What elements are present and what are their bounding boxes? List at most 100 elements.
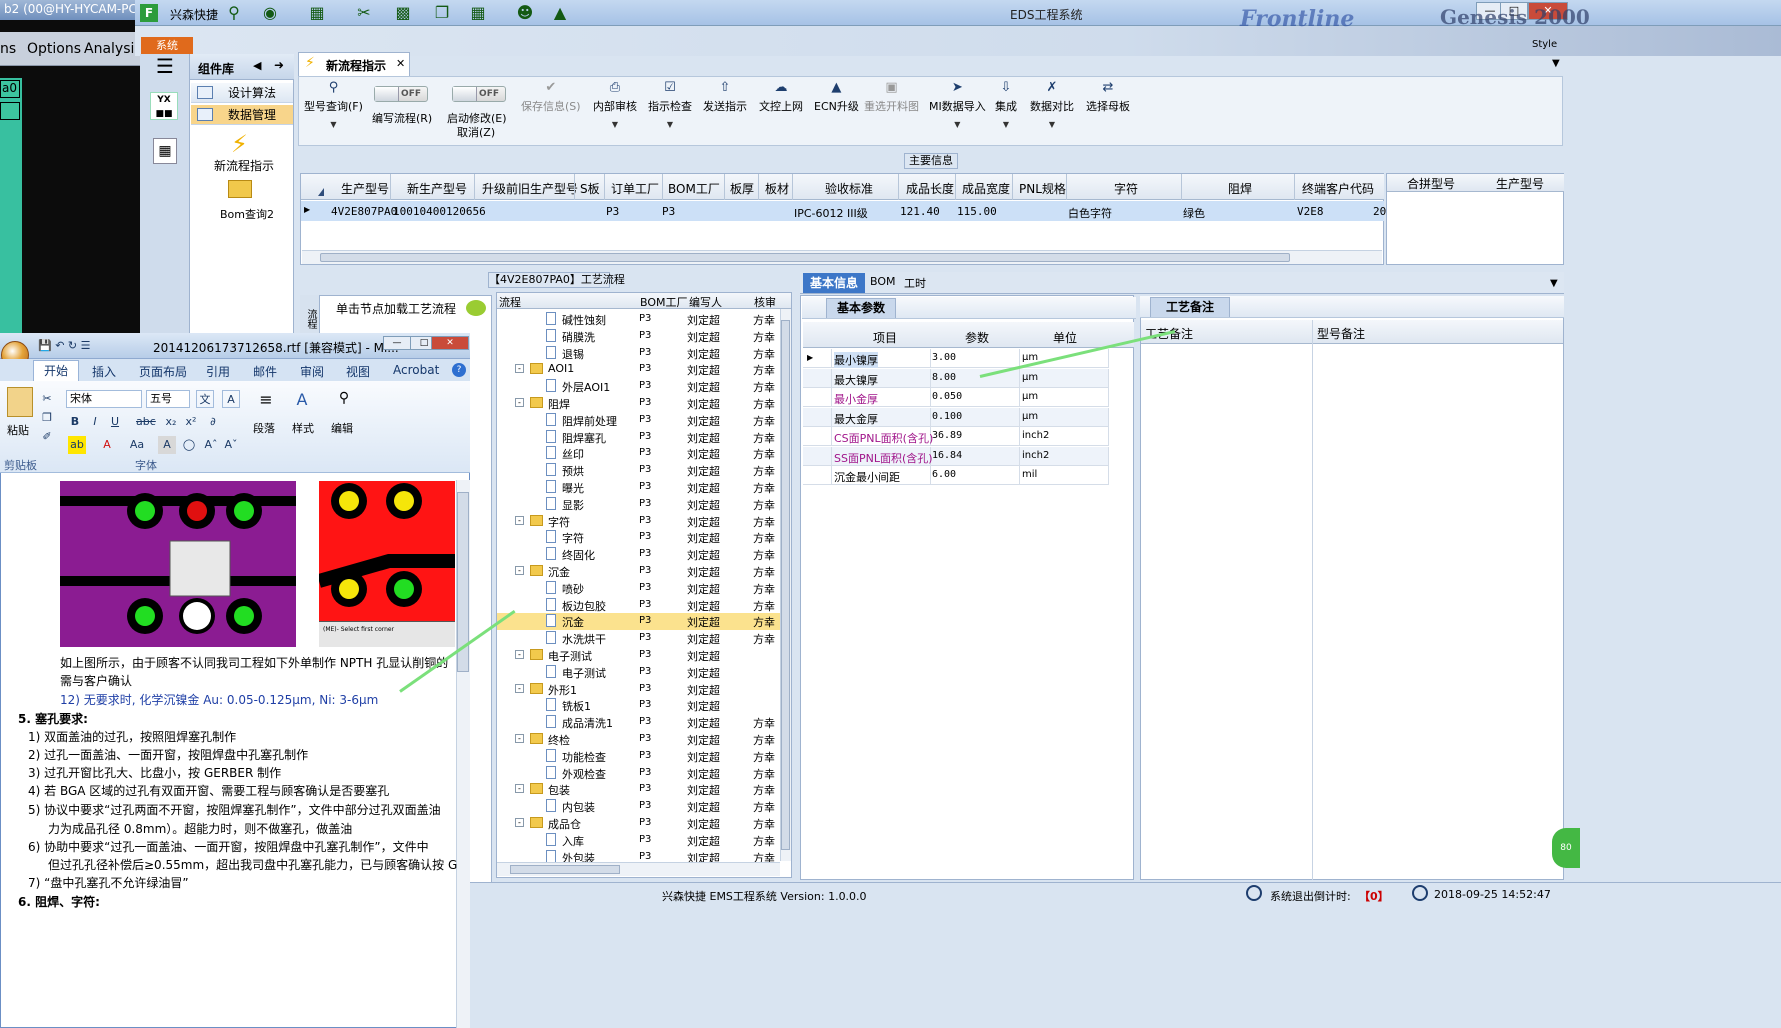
tree-row[interactable]: - 终检 P3 刘定超 方幸 bbox=[497, 731, 781, 748]
font-color-icon[interactable]: A bbox=[98, 436, 116, 454]
find-icon[interactable]: ⚲ bbox=[334, 390, 354, 410]
tree-row[interactable]: 丝印 P3 刘定超 方幸 bbox=[497, 445, 781, 462]
collapse-icon[interactable]: - bbox=[515, 650, 524, 659]
underline-icon[interactable]: U bbox=[106, 413, 124, 431]
collapse-icon[interactable]: - bbox=[515, 398, 524, 407]
chevron-down-icon[interactable]: ▼ bbox=[1552, 58, 1560, 69]
column-header[interactable]: BOM工厂 bbox=[668, 180, 720, 197]
close-icon[interactable]: ✕ bbox=[396, 57, 405, 70]
film-icon[interactable]: ▩ bbox=[392, 3, 414, 23]
grid-icon[interactable]: ▦ bbox=[306, 3, 328, 23]
cell-customer-code[interactable]: V2E8 bbox=[1297, 205, 1324, 218]
ecn-upgrade-button[interactable]: ▲ ECN升级 bbox=[814, 80, 859, 114]
mi-import-button[interactable]: ➤ MI数据导入 ▼ bbox=[929, 80, 986, 129]
sort-corner-icon[interactable] bbox=[318, 188, 324, 196]
tree-row[interactable]: 阻焊前处理 P3 刘定超 方幸 bbox=[497, 412, 781, 429]
tree-row[interactable]: 内包装 P3 刘定超 方幸 bbox=[497, 798, 781, 815]
tree-row[interactable]: 入库 P3 刘定超 方幸 bbox=[497, 832, 781, 849]
calculator-icon[interactable]: ▦ bbox=[153, 138, 177, 164]
grow-font-icon[interactable]: Aˆ bbox=[202, 436, 220, 454]
tree-row[interactable]: 硝膜洗 P3 刘定超 方幸 bbox=[497, 328, 781, 345]
cell-legend[interactable]: 白色字符 bbox=[1068, 205, 1112, 221]
copy-icon[interactable]: ❐ bbox=[38, 409, 56, 427]
paste-icon[interactable] bbox=[7, 387, 33, 417]
new-flow-link[interactable]: 新流程指示 bbox=[214, 157, 274, 174]
param-row[interactable]: SS面PNL面积(含孔) 16.84 inch2 bbox=[803, 446, 1109, 466]
collapse-icon[interactable]: - bbox=[515, 364, 524, 374]
tree-row[interactable]: 显影 P3 刘定超 方幸 bbox=[497, 496, 781, 513]
menu-ns[interactable]: ns bbox=[0, 41, 16, 57]
folder-icon[interactable] bbox=[228, 180, 252, 198]
styles-icon[interactable]: A bbox=[292, 390, 312, 410]
scroll-thumb[interactable] bbox=[781, 320, 790, 850]
cell-overflow[interactable]: 20 bbox=[1373, 205, 1386, 218]
background-green-box[interactable] bbox=[0, 102, 20, 120]
pin-icon[interactable]: ➜ bbox=[274, 58, 284, 72]
tree-row[interactable]: - 字符 P3 刘定超 方幸 bbox=[497, 513, 781, 530]
char-border-icon[interactable]: A bbox=[222, 390, 240, 408]
tree-row[interactable]: 阻焊塞孔 P3 刘定超 方幸 bbox=[497, 429, 781, 446]
doc-control-online-button[interactable]: ☁ 文控上网 bbox=[759, 80, 803, 114]
tab-bom[interactable]: BOM bbox=[870, 275, 896, 288]
param-value[interactable]: 8.00 bbox=[932, 372, 956, 383]
write-flow-toggle[interactable]: OFF bbox=[374, 86, 428, 102]
minimize-button[interactable]: — bbox=[383, 336, 411, 350]
chevron-down-icon[interactable]: ▼ bbox=[1550, 278, 1558, 289]
paste-label[interactable]: 粘贴 bbox=[7, 422, 29, 438]
paragraph-icon[interactable]: ≡ bbox=[256, 390, 276, 410]
cell-order-factory[interactable]: P3 bbox=[606, 205, 619, 218]
help-icon[interactable]: ? bbox=[452, 363, 466, 377]
cell-model[interactable]: 4V2E807PA0 bbox=[331, 205, 397, 218]
collapse-icon[interactable]: - bbox=[515, 784, 524, 794]
tab-page-layout[interactable]: 页面布局 bbox=[139, 363, 187, 380]
tab-insert[interactable]: 插入 bbox=[92, 363, 116, 380]
param-row[interactable]: 最大镍厚 8.00 μm bbox=[803, 368, 1109, 388]
collapse-icon[interactable]: - bbox=[515, 515, 524, 525]
tree-row[interactable]: 功能检查 P3 刘定超 方幸 bbox=[497, 748, 781, 765]
change-case-icon[interactable]: Aa bbox=[128, 436, 146, 454]
column-header[interactable]: 新生产型号 bbox=[407, 180, 467, 197]
tab-view[interactable]: 视图 bbox=[346, 363, 370, 380]
floating-button[interactable]: 80 bbox=[1552, 828, 1580, 868]
shrink-font-icon[interactable]: Aˇ bbox=[222, 436, 240, 454]
param-row[interactable]: CS面PNL面积(含孔) 36.89 inch2 bbox=[803, 427, 1109, 446]
tree-row[interactable]: - 阻焊 P3 刘定超 方幸 bbox=[497, 395, 781, 412]
tree-row[interactable]: 外层AOI1 P3 刘定超 方幸 bbox=[497, 378, 781, 395]
column-header[interactable]: 项目 bbox=[873, 329, 897, 346]
tree-row[interactable]: 外观检查 P3 刘定超 方幸 bbox=[497, 765, 781, 782]
column-header[interactable]: 编写人 bbox=[689, 294, 722, 310]
nav-item-design-algorithm[interactable]: 设计算法 bbox=[191, 83, 293, 103]
tree-row[interactable]: 终固化 P3 刘定超 方幸 bbox=[497, 546, 781, 563]
tab-basic-info[interactable]: 基本信息 bbox=[803, 273, 865, 293]
lightning-icon[interactable]: ⚡ bbox=[231, 130, 248, 158]
tree-row[interactable]: - 外形1 P3 刘定超 bbox=[497, 681, 781, 698]
table-icon[interactable]: ▦ bbox=[467, 3, 489, 23]
param-value[interactable]: 16.84 bbox=[932, 450, 962, 461]
param-row[interactable]: 最大金厚 0.100 μm bbox=[803, 407, 1109, 427]
highlight-icon[interactable]: ab bbox=[68, 436, 86, 454]
internal-review-button[interactable]: ⎙ 内部审核 ▼ bbox=[593, 80, 637, 129]
tree-row[interactable]: - 成品仓 P3 刘定超 方幸 bbox=[497, 815, 781, 832]
column-header[interactable]: 参数 bbox=[965, 329, 989, 346]
tree-row[interactable]: 退锡 P3 刘定超 方幸 bbox=[497, 345, 781, 362]
column-header[interactable]: S板 bbox=[580, 180, 600, 197]
user-icon[interactable]: ☻ bbox=[514, 3, 536, 23]
column-header[interactable]: 板材 bbox=[765, 180, 789, 197]
yx-icon[interactable]: YX ■■ bbox=[150, 92, 178, 120]
italic-icon[interactable]: I bbox=[86, 413, 104, 431]
notes-title[interactable]: 工艺备注 bbox=[1150, 297, 1230, 317]
tree-row[interactable]: - 沉金 P3 刘定超 方幸 bbox=[497, 563, 781, 580]
column-header[interactable]: 成品长度 bbox=[906, 180, 954, 197]
tree-row[interactable]: 电子测试 P3 刘定超 bbox=[497, 664, 781, 681]
column-header[interactable]: 单位 bbox=[1053, 329, 1077, 346]
style-menu[interactable]: Style bbox=[1532, 39, 1557, 50]
menu-options[interactable]: Options bbox=[27, 41, 81, 57]
superscript-icon[interactable]: x² bbox=[182, 413, 200, 431]
cell-width[interactable]: 115.00 bbox=[957, 205, 997, 218]
copy-icon[interactable]: ❐ bbox=[431, 3, 453, 23]
scissors-icon[interactable]: ✂ bbox=[353, 3, 375, 23]
param-value[interactable]: 3.00 bbox=[932, 352, 956, 363]
column-header[interactable]: 生产型号 bbox=[341, 180, 389, 197]
save-info-button[interactable]: ✔ 保存信息(S) bbox=[521, 80, 581, 114]
column-header[interactable]: 升级前旧生产型号 bbox=[482, 180, 578, 197]
